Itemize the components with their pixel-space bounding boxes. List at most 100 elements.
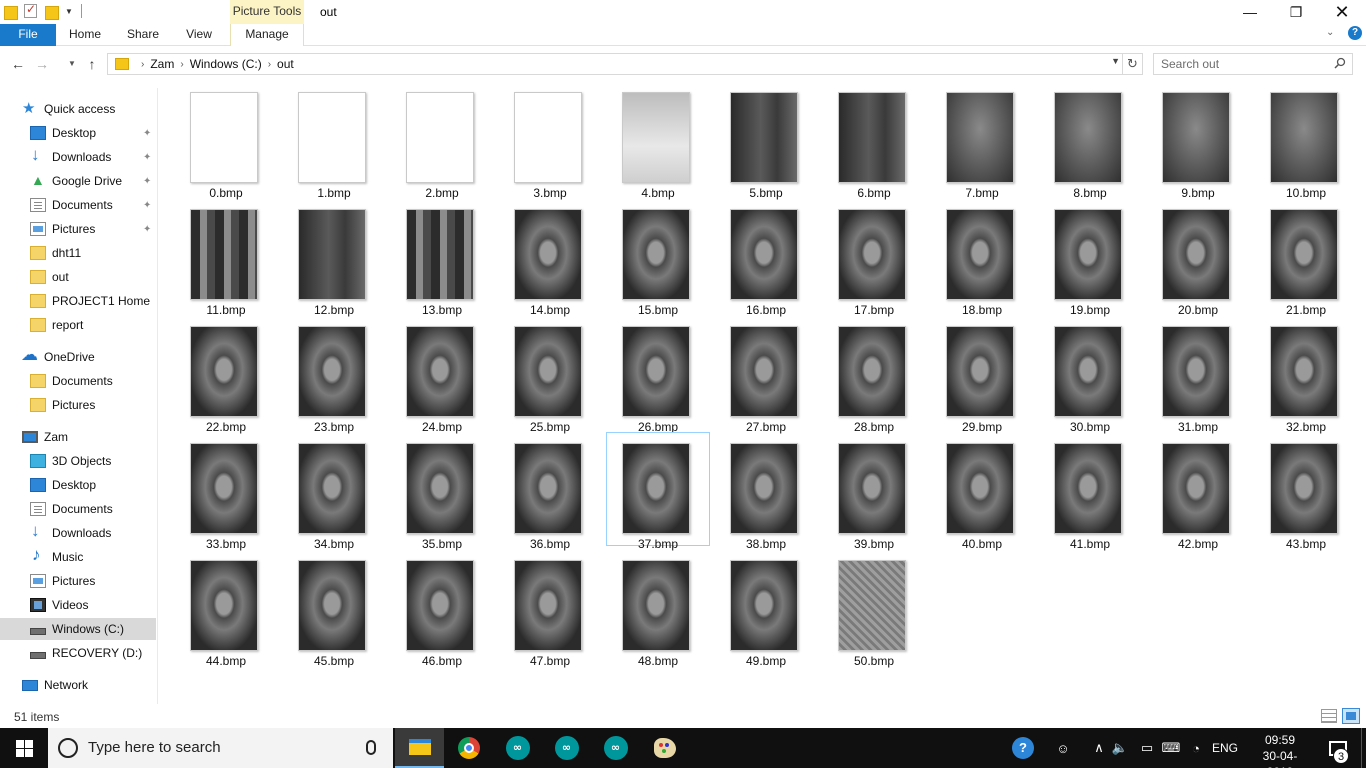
address-history-chevron-icon[interactable]: ▼ [1111, 56, 1120, 66]
recent-locations-chevron-icon[interactable]: ▼ [62, 54, 82, 74]
sidebar-item-documents[interactable]: Documents ✦ [0, 194, 156, 216]
file-tile[interactable]: 5.bmp [714, 81, 818, 200]
sidebar-item-project1-home[interactable]: PROJECT1 Home [0, 290, 156, 312]
sidebar-item-desktop[interactable]: Desktop [0, 474, 156, 496]
taskbar-app-file-explorer[interactable] [395, 728, 444, 768]
file-tile[interactable]: 17.bmp [822, 198, 926, 317]
maximize-button[interactable]: ❐ [1273, 0, 1319, 24]
microphone-icon[interactable] [366, 740, 376, 755]
tab-file[interactable]: File [0, 24, 56, 46]
taskbar-app-arduino[interactable]: ∞ [591, 728, 640, 768]
taskbar-app-paint[interactable] [640, 728, 689, 768]
file-tile[interactable]: 37.bmp [606, 432, 710, 551]
file-tile[interactable]: 20.bmp [1146, 198, 1250, 317]
file-tile[interactable]: 16.bmp [714, 198, 818, 317]
file-tile[interactable]: 42.bmp [1146, 432, 1250, 551]
file-tile[interactable]: 10.bmp [1254, 81, 1358, 200]
file-tile[interactable]: 8.bmp [1038, 81, 1142, 200]
tab-home[interactable]: Home [56, 24, 114, 46]
file-tile[interactable]: 50.bmp [822, 549, 926, 668]
file-tile[interactable]: 38.bmp [714, 432, 818, 551]
file-tile[interactable]: 40.bmp [930, 432, 1034, 551]
search-input[interactable] [1161, 54, 1331, 74]
sidebar-item-report[interactable]: report [0, 314, 156, 336]
file-tile[interactable]: 25.bmp [498, 315, 602, 434]
sidebar-item-dht11[interactable]: dht11 [0, 242, 156, 264]
file-tile[interactable]: 49.bmp [714, 549, 818, 668]
volume-icon[interactable]: 🔈 [1110, 728, 1130, 768]
taskbar-app-chrome[interactable] [444, 728, 493, 768]
show-hidden-icons-chevron-icon[interactable]: ∧ [1090, 728, 1108, 768]
file-tile[interactable]: 34.bmp [282, 432, 386, 551]
file-tile[interactable]: 1.bmp [282, 81, 386, 200]
file-tile[interactable]: 27.bmp [714, 315, 818, 434]
search-box[interactable] [1153, 53, 1353, 75]
address-bar[interactable]: › Zam › Windows (C:) › out ▼ [107, 53, 1123, 75]
show-desktop-button[interactable] [1361, 728, 1366, 768]
file-tile[interactable]: 29.bmp [930, 315, 1034, 434]
tab-share[interactable]: Share [114, 24, 172, 46]
sidebar-item-downloads[interactable]: Downloads ✦ [0, 145, 156, 168]
breadcrumb-chevron-icon[interactable]: › [268, 59, 271, 70]
search-icon[interactable] [1334, 57, 1346, 69]
file-tile[interactable]: 9.bmp [1146, 81, 1250, 200]
file-tile[interactable]: 23.bmp [282, 315, 386, 434]
sidebar-item-google-drive[interactable]: Google Drive ✦ [0, 170, 156, 192]
properties-icon[interactable] [24, 2, 37, 18]
folder-icon[interactable] [4, 4, 18, 20]
file-tile[interactable]: 11.bmp [174, 198, 278, 317]
tab-view[interactable]: View [172, 24, 226, 46]
file-tile[interactable]: 48.bmp [606, 549, 710, 668]
file-tile[interactable]: 26.bmp [606, 315, 710, 434]
file-tile[interactable]: 41.bmp [1038, 432, 1142, 551]
tray-get-help[interactable]: ? [1010, 728, 1036, 768]
file-tile[interactable]: 32.bmp [1254, 315, 1358, 434]
people-icon[interactable]: ☺ [1050, 728, 1076, 768]
new-folder-icon[interactable] [45, 4, 59, 20]
sidebar-item-recovery-d[interactable]: RECOVERY (D:) [0, 642, 156, 664]
breadcrumb-windows-c[interactable]: Windows (C:) [190, 57, 262, 71]
file-tile[interactable]: 6.bmp [822, 81, 926, 200]
sidebar-item-windows-c[interactable]: Windows (C:) [0, 618, 156, 640]
file-tile[interactable]: 36.bmp [498, 432, 602, 551]
sidebar-item-quick-access[interactable]: Quick access [0, 98, 156, 120]
sidebar-item-pictures[interactable]: Pictures [0, 394, 156, 416]
sidebar-item-network[interactable]: Network [0, 674, 156, 696]
file-tile[interactable]: 4.bmp [606, 81, 710, 200]
file-tile[interactable]: 24.bmp [390, 315, 494, 434]
minimize-button[interactable]: — [1227, 0, 1273, 24]
sidebar-item-documents[interactable]: Documents [0, 498, 156, 520]
help-icon[interactable]: ? [1348, 26, 1362, 40]
up-arrow-icon[interactable]: ↑ [82, 54, 102, 74]
file-tile[interactable]: 22.bmp [174, 315, 278, 434]
breadcrumb-out[interactable]: out [277, 57, 294, 71]
forward-arrow-icon[interactable]: → [32, 54, 52, 74]
close-button[interactable]: ✕ [1319, 0, 1365, 24]
large-icons-view-icon[interactable] [1342, 708, 1360, 724]
sidebar-item-out[interactable]: out [0, 266, 156, 288]
file-tile[interactable]: 7.bmp [930, 81, 1034, 200]
sidebar-item-zam[interactable]: Zam [0, 426, 156, 448]
file-tile[interactable]: 28.bmp [822, 315, 926, 434]
sidebar-item-pictures[interactable]: Pictures [0, 570, 156, 592]
sidebar-item-downloads[interactable]: Downloads [0, 521, 156, 544]
sidebar-item-desktop[interactable]: Desktop ✦ [0, 122, 156, 144]
breadcrumb-zam[interactable]: Zam [150, 57, 174, 71]
file-tile[interactable]: 43.bmp [1254, 432, 1358, 551]
back-arrow-icon[interactable]: ← [8, 54, 28, 74]
customize-toolbar-chevron-icon[interactable]: ▼ [65, 7, 73, 16]
battery-icon[interactable]: ▭ [1136, 728, 1158, 768]
file-tile[interactable]: 12.bmp [282, 198, 386, 317]
keyboard-icon[interactable]: ⌨ [1160, 728, 1182, 768]
taskbar-app-arduino[interactable]: ∞ [542, 728, 591, 768]
wifi-icon[interactable]: ◔ [1185, 728, 1207, 768]
sidebar-item-music[interactable]: Music [0, 545, 156, 568]
file-tile[interactable]: 45.bmp [282, 549, 386, 668]
start-button[interactable] [0, 728, 48, 768]
taskbar-search-box[interactable]: Type here to search [48, 728, 393, 768]
file-tile[interactable]: 46.bmp [390, 549, 494, 668]
file-tile[interactable]: 19.bmp [1038, 198, 1142, 317]
sidebar-item-documents[interactable]: Documents [0, 370, 156, 392]
file-tile[interactable]: 18.bmp [930, 198, 1034, 317]
refresh-icon[interactable]: ↻ [1123, 53, 1143, 75]
